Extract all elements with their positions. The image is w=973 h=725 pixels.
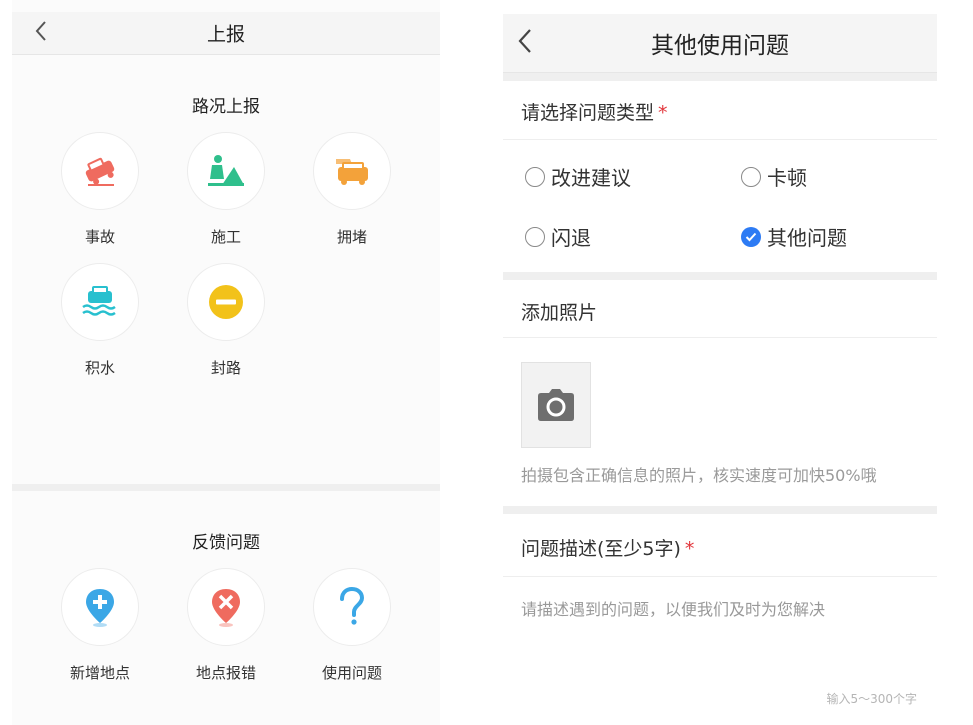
location-error-button[interactable]: 地点报错	[186, 568, 266, 683]
feedback-section-title: 反馈问题	[192, 533, 260, 553]
row-divider	[503, 337, 937, 338]
required-mark: *	[684, 538, 695, 560]
description-text: 问题描述(至少5字)	[521, 538, 681, 560]
report-road-closed-button[interactable]: 封路	[186, 263, 266, 378]
required-mark: *	[658, 102, 668, 124]
issue-form-screen: 其他使用问题 请选择问题类型 * 改进建议 卡顿 闪退 其他问题 添加照片 拍摄包…	[503, 0, 937, 725]
radio-unchecked-icon	[525, 226, 545, 247]
camera-icon	[538, 389, 574, 421]
traffic-jam-icon	[336, 159, 368, 185]
option-label: 闪退	[551, 226, 591, 250]
traffic-jam-circle	[313, 132, 391, 210]
row-divider	[503, 139, 937, 140]
report-accident-button[interactable]: 事故	[60, 132, 140, 247]
add-location-button[interactable]: 新增地点	[60, 568, 140, 683]
construction-icon	[208, 155, 244, 186]
accident-circle	[61, 132, 139, 210]
section-divider	[503, 506, 937, 514]
description-label: 问题描述(至少5字) *	[521, 534, 694, 561]
location-error-icon	[212, 589, 240, 627]
add-location-circle	[61, 568, 139, 646]
header-divider	[503, 73, 937, 81]
tile-label: 地点报错	[195, 664, 256, 682]
tile-label: 积水	[84, 359, 115, 377]
tile-label: 新增地点	[69, 664, 130, 682]
char-counter: 输入5～300个字	[826, 692, 917, 706]
report-navbar: 上报	[12, 12, 440, 55]
page-title: 上报	[206, 23, 245, 46]
section-divider	[12, 484, 440, 491]
photo-hint: 拍摄包含正确信息的照片，核实速度可加快50%哦	[521, 466, 877, 485]
option-label: 其他问题	[767, 226, 847, 250]
option-other[interactable]: 其他问题	[741, 222, 847, 251]
radio-unchecked-icon	[525, 166, 545, 187]
row-divider	[503, 576, 937, 577]
tile-label: 事故	[84, 228, 115, 246]
road-closed-circle	[187, 263, 265, 341]
option-crash[interactable]: 闪退	[525, 222, 591, 251]
report-construction-button[interactable]: 施工	[186, 132, 266, 247]
option-improvement[interactable]: 改进建议	[525, 162, 631, 191]
add-location-icon	[86, 589, 114, 627]
usage-issue-button[interactable]: 使用问题	[312, 568, 392, 683]
location-error-circle	[187, 568, 265, 646]
radio-unchecked-icon	[741, 166, 761, 187]
car-accident-icon	[85, 157, 115, 186]
road-closed-icon	[209, 285, 243, 319]
description-placeholder: 请描述遇到的问题，以便我们及时为您解决	[521, 600, 826, 619]
issue-type-label: 请选择问题类型 *	[521, 98, 668, 125]
usage-issue-circle	[313, 568, 391, 646]
report-flooding-button[interactable]: 积水	[60, 263, 140, 378]
question-icon	[340, 587, 365, 625]
issue-navbar: 其他使用问题	[503, 14, 937, 73]
tile-label: 施工	[210, 228, 241, 246]
page-title: 其他使用问题	[651, 33, 789, 59]
tile-label: 拥堵	[336, 228, 367, 246]
report-traffic-jam-button[interactable]: 拥堵	[312, 132, 392, 247]
add-photo-button[interactable]	[521, 362, 591, 448]
tile-label: 封路	[210, 359, 241, 377]
section-divider	[503, 272, 937, 280]
report-screen: 上报 路况上报 事故 施工 拥堵 积水 封路 反馈问题 新增地点 地点报错 使用…	[12, 0, 440, 725]
road-report-section-title: 路况上报	[192, 97, 260, 117]
option-lag[interactable]: 卡顿	[741, 162, 807, 191]
construction-circle	[187, 132, 265, 210]
option-label: 改进建议	[551, 166, 631, 190]
flooding-circle	[61, 263, 139, 341]
tile-label: 使用问题	[321, 664, 382, 682]
issue-type-text: 请选择问题类型	[521, 102, 655, 124]
add-photo-label: 添加照片	[521, 302, 598, 324]
radio-checked-icon	[741, 226, 761, 247]
flooding-icon	[82, 286, 116, 316]
option-label: 卡顿	[767, 166, 807, 190]
